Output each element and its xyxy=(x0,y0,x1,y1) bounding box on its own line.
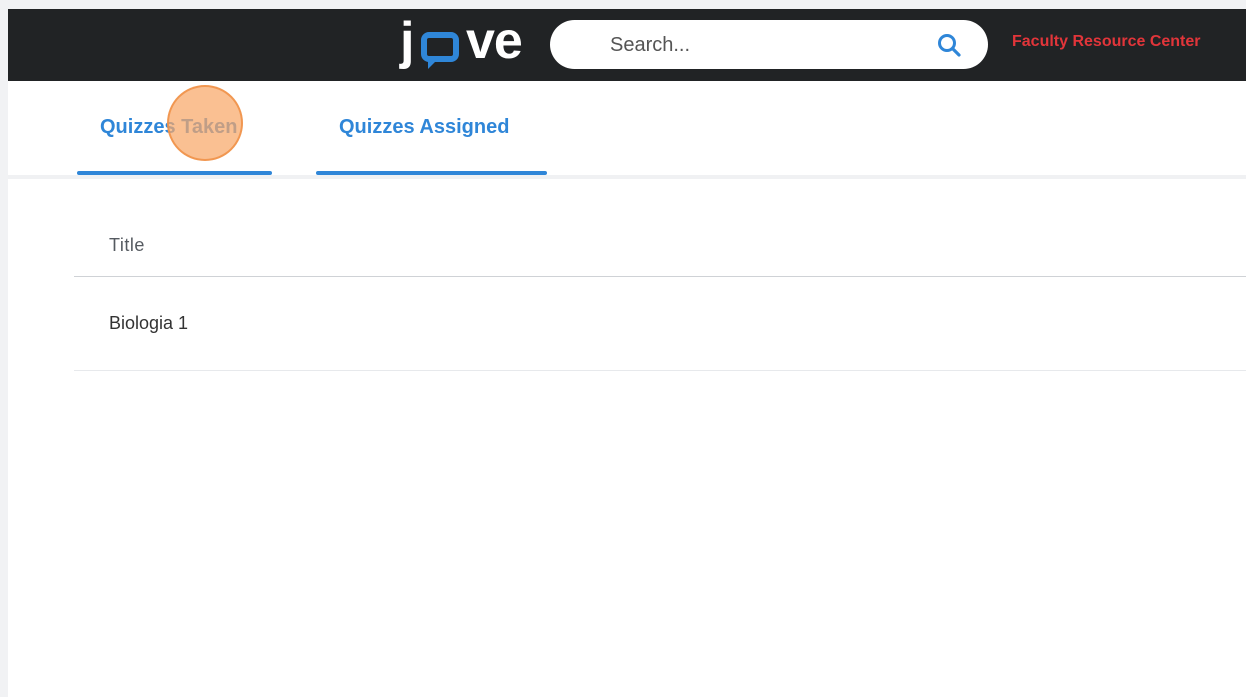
top-navigation-bar: j ve Faculty Resource Center xyxy=(8,9,1246,81)
tabs-divider xyxy=(8,175,1246,179)
speech-bubble-logo-icon xyxy=(421,32,459,69)
search-box[interactable] xyxy=(550,20,988,69)
table-row[interactable]: Biologia 1 xyxy=(74,277,1246,371)
tab-quizzes-taken[interactable]: Quizzes Taken xyxy=(77,81,272,175)
logo-letter-j: j xyxy=(400,12,415,70)
logo-letters-ve: ve xyxy=(466,12,523,70)
search-input[interactable] xyxy=(608,30,912,60)
page: j ve Faculty Resource Center Quizzes Tak… xyxy=(8,9,1246,697)
tab-quizzes-assigned[interactable]: Quizzes Assigned xyxy=(316,81,547,175)
jove-logo[interactable]: j ve xyxy=(400,11,530,77)
quiz-tabs: Quizzes Taken Quizzes Assigned xyxy=(8,81,1246,177)
search-icon[interactable] xyxy=(936,32,962,58)
faculty-resource-center-link[interactable]: Faculty Resource Center xyxy=(1012,33,1201,51)
column-header-title: Title xyxy=(109,235,145,255)
quiz-title-cell[interactable]: Biologia 1 xyxy=(109,313,188,334)
tab-label: Quizzes Assigned xyxy=(339,116,510,138)
tab-label: Quizzes Taken xyxy=(100,116,238,138)
